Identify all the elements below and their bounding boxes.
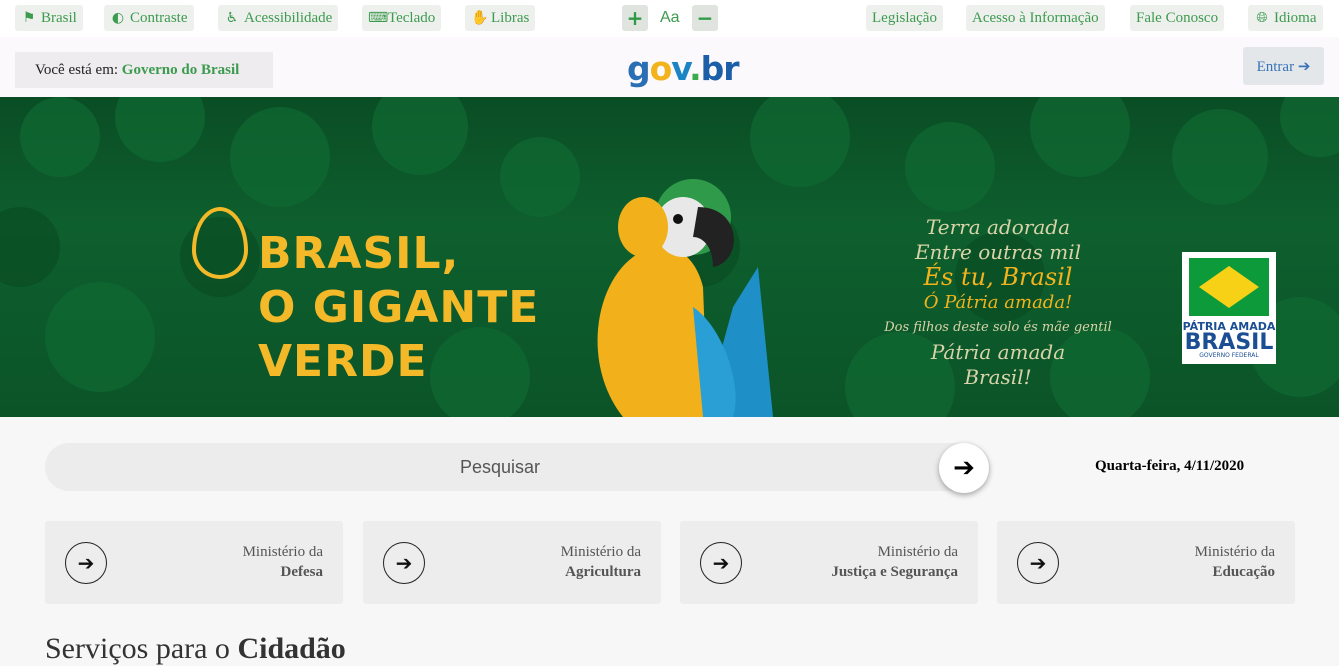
ministry-card-agricultura[interactable]: ➔ Ministério da Agricultura [363, 521, 661, 604]
logo-b: b [700, 49, 725, 88]
site-header: Você está em: Governo do Brasil gov.br E… [0, 37, 1339, 97]
font-increase-button[interactable]: + [622, 5, 648, 31]
brasil-button[interactable]: ⚑ Brasil [15, 5, 83, 31]
arrow-right-icon: ➔ [383, 542, 425, 584]
hero-banner[interactable]: BRASIL, O GIGANTE VERDE Terra adorada En… [0, 97, 1339, 417]
ministry-prefix: Ministério da [560, 544, 641, 560]
logo-v: v [671, 49, 690, 88]
arrow-right-icon: ➔ [1017, 542, 1059, 584]
accessibility-bar: ⚑ Brasil ◐ Contraste ♿ Acessibilidade ⌨Tecl… [0, 0, 1339, 37]
breadcrumb-prefix: Você está em: [35, 62, 119, 78]
arrow-right-icon: ➔ [700, 542, 742, 584]
accessibility-button[interactable]: ♿ Acessibilidade [218, 5, 339, 31]
ministry-name: Justiça e Segurança [831, 564, 958, 580]
verse-line: Ó Pátria amada! [923, 292, 1073, 313]
search-submit-button[interactable]: ➔ [939, 443, 989, 493]
keyboard-button[interactable]: ⌨Teclado [362, 5, 442, 31]
accessibility-icon: ♿ [225, 10, 239, 26]
keyboard-icon: ⌨ [368, 10, 389, 26]
verse-line: És tu, Brasil [923, 263, 1073, 291]
ministry-name: Educação [1212, 564, 1275, 580]
search-bar [45, 443, 990, 491]
acesso-informacao-link[interactable]: Acesso à Informação [966, 5, 1105, 31]
language-label: Idioma [1274, 10, 1317, 26]
fale-conosco-link[interactable]: Fale Conosco [1130, 5, 1225, 31]
anthem-verse: Terra adorada Entre outras mil És tu, Br… [868, 215, 1128, 390]
globe-icon: 🌐︎ [1256, 10, 1268, 26]
arrow-right-icon: ➔ [953, 453, 975, 483]
sign-language-icon: ✋ [471, 10, 489, 26]
patria-amada-seal: PÁTRIA AMADA BRASIL GOVERNO FEDERAL [1182, 252, 1276, 364]
breadcrumb-link[interactable]: Governo do Brasil [122, 62, 240, 78]
login-button[interactable]: Entrar ➔ [1243, 47, 1324, 85]
breadcrumb: Você está em: Governo do Brasil [15, 52, 273, 88]
contrast-button[interactable]: ◐ Contraste [104, 5, 194, 31]
sign-in-icon: ➔ [1297, 57, 1311, 75]
search-input[interactable] [45, 443, 955, 491]
flag-icon: ⚑ [22, 10, 36, 26]
banner-title-line: O GIGANTE [258, 282, 540, 333]
keyboard-label: Teclado [388, 10, 436, 26]
govbr-logo[interactable]: gov.br [627, 46, 740, 92]
seal-line: BRASIL [1184, 330, 1274, 355]
accessibility-label: Acessibilidade [244, 10, 333, 26]
logo-o: o [649, 49, 673, 88]
ministry-prefix: Ministério da [242, 544, 323, 560]
libras-label: Libras [491, 10, 530, 26]
section-title-prefix: Serviços para o [45, 632, 230, 665]
ministry-name: Defesa [280, 564, 323, 580]
brazil-flag-icon [1189, 258, 1269, 316]
ministry-card-defesa[interactable]: ➔ Ministério da Defesa [45, 521, 343, 604]
ministry-card-educacao[interactable]: ➔ Ministério da Educação [997, 521, 1295, 604]
ministry-prefix: Ministério da [877, 544, 958, 560]
banner-title: BRASIL, O GIGANTE VERDE [258, 227, 539, 389]
logo-g: g [627, 49, 651, 88]
language-button[interactable]: 🌐︎ Idioma [1248, 5, 1323, 31]
verse-line: Entre outras mil [914, 240, 1082, 264]
verse-line: Brasil! [964, 365, 1032, 389]
logo-dot: . [689, 49, 702, 88]
macaw-image [597, 179, 773, 417]
contrast-label: Contraste [130, 10, 188, 26]
contrast-icon: ◐ [111, 10, 125, 26]
verse-line: Dos filhos deste solo és mãe gentil [884, 320, 1112, 335]
banner-title-line: BRASIL, [258, 228, 460, 279]
ministry-prefix: Ministério da [1194, 544, 1275, 560]
section-title: Serviços para o Cidadão [45, 632, 346, 666]
legislacao-link[interactable]: Legislação [866, 5, 943, 31]
font-decrease-button[interactable]: − [692, 5, 718, 31]
seal-line: GOVERNO FEDERAL [1199, 352, 1259, 359]
banner-title-line: VERDE [258, 336, 428, 387]
logo-r: r [723, 49, 739, 88]
section-title-bold: Cidadão [237, 632, 346, 665]
current-date: Quarta-feira, 4/11/2020 [1095, 458, 1245, 474]
ministry-card-justica[interactable]: ➔ Ministério da Justiça e Segurança [680, 521, 978, 604]
arrow-right-icon: ➔ [65, 542, 107, 584]
libras-button[interactable]: ✋ Libras [465, 5, 536, 31]
brasil-label: Brasil [41, 10, 77, 26]
login-label: Entrar [1256, 59, 1295, 75]
font-size-label: Aa [660, 9, 680, 26]
ministry-name: Agricultura [565, 564, 641, 580]
verse-line: Pátria amada [930, 340, 1066, 364]
verse-line: Terra adorada [925, 215, 1070, 239]
